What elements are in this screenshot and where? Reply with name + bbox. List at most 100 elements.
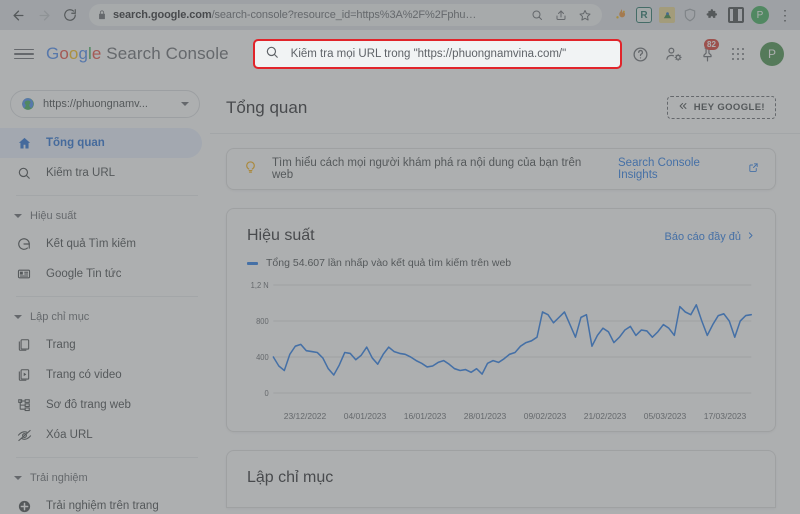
video-page-icon: [16, 367, 32, 383]
main-header: Tổng quan HEY GOOGLE!: [210, 78, 800, 133]
sidebar-item-label: Sơ đồ trang web: [46, 399, 131, 411]
star-icon[interactable]: [576, 6, 594, 24]
hamburger-menu-icon[interactable]: [14, 48, 34, 60]
sidebar-group-trai-nghiem[interactable]: Trải nghiệm: [0, 465, 210, 491]
eye-off-icon: [16, 427, 32, 443]
sidebar-group-lap-chi-muc[interactable]: Lập chỉ mục: [0, 304, 210, 330]
insights-link-label: Search Console Insights: [618, 157, 700, 181]
puzzle-extension-icon[interactable]: [705, 7, 721, 23]
chart-gridlines: [273, 285, 751, 393]
chart-x-tick: 28/01/2023: [463, 411, 507, 421]
hey-google-button[interactable]: HEY GOOGLE!: [666, 96, 776, 119]
main-content: Tổng quan HEY GOOGLE! Tìm hiểu cách mọi …: [210, 78, 800, 514]
reload-icon[interactable]: [58, 3, 82, 27]
google-g-icon: [16, 236, 32, 252]
full-report-link[interactable]: Báo cáo đầy đủ: [665, 231, 755, 243]
insights-text: Tìm hiểu cách mọi người khám phá ra nội …: [272, 157, 582, 181]
notifications-icon[interactable]: 82: [699, 38, 720, 63]
chart-svg: 0 400 800 1,2 N: [251, 281, 752, 398]
chart-x-tick: 16/01/2023: [403, 411, 447, 421]
lightbulb-icon: [243, 159, 258, 179]
url-text: search.google.com/search-console?resourc…: [113, 9, 522, 21]
chevron-down-icon: [14, 214, 22, 218]
sidebar-item-trai-nghiem-tren-trang[interactable]: Trải nghiệm trên trang: [0, 491, 202, 514]
r-extension-icon[interactable]: R: [636, 7, 652, 23]
share-icon[interactable]: [552, 6, 570, 24]
app-logo: Google Search Console: [46, 44, 229, 63]
yellow-extension-icon[interactable]: [659, 7, 675, 23]
shield-extension-icon[interactable]: [682, 7, 698, 23]
legend-swatch: [247, 261, 258, 265]
search-input[interactable]: Kiểm tra mọi URL trong "https://phuongna…: [291, 48, 567, 60]
sidebar-item-trang[interactable]: Trang: [0, 330, 202, 360]
performance-chart[interactable]: 0 400 800 1,2 N: [247, 279, 755, 409]
sidebar-divider: [16, 296, 198, 297]
legend-label: Tổng 54.607 lần nhấp vào kết quả tìm kiế…: [266, 257, 512, 269]
sidebar-divider: [16, 457, 198, 458]
indexing-title: Lập chỉ mục: [247, 469, 334, 486]
page-experience-icon: [16, 498, 32, 514]
browser-toolbar: search.google.com/search-console?resourc…: [0, 0, 800, 30]
performance-card-header: Hiệu suất Báo cáo đầy đủ: [247, 227, 755, 245]
chart-x-tick: 21/02/2023: [583, 411, 627, 421]
sidebar-item-label: Tổng quan: [46, 137, 105, 149]
chevron-right-icon: [746, 231, 755, 243]
back-arrow-icon[interactable]: [6, 3, 30, 27]
chart-legend: Tổng 54.607 lần nhấp vào kết quả tìm kiế…: [247, 257, 755, 269]
chart-x-axis: 23/12/2022 04/01/2023 16/01/2023 28/01/2023…: [247, 411, 755, 421]
fire-extension-icon[interactable]: [613, 7, 629, 23]
svg-text:400: 400: [256, 353, 269, 362]
svg-text:800: 800: [256, 317, 269, 326]
address-bar[interactable]: search.google.com/search-console?resourc…: [89, 4, 602, 26]
kebab-menu-icon[interactable]: ⋮: [776, 8, 794, 22]
performance-title: Hiệu suất: [247, 227, 315, 244]
sidebar-item-kiem-tra-url[interactable]: Kiểm tra URL: [0, 158, 202, 188]
search-icon[interactable]: [528, 6, 546, 24]
chart-line-series: [272, 304, 752, 376]
chevron-down-icon: [14, 315, 22, 319]
sidebar: https://phuongnamv... Tổng quan Kiểm tra…: [0, 78, 210, 514]
sidebar-item-ket-qua-tim-kiem[interactable]: Kết quả Tìm kiếm: [0, 229, 202, 259]
chrome-profile-avatar[interactable]: P: [751, 6, 769, 24]
property-selector[interactable]: https://phuongnamv...: [10, 90, 200, 118]
chart-x-tick: 17/03/2023: [703, 411, 747, 421]
url-inspection-search[interactable]: Kiểm tra mọi URL trong "https://phuongna…: [252, 39, 622, 69]
forward-arrow-icon[interactable]: [32, 3, 56, 27]
insights-link[interactable]: Search Console Insights: [618, 157, 759, 181]
full-report-label: Báo cáo đầy đủ: [664, 231, 741, 243]
apps-grid-icon[interactable]: [731, 47, 744, 61]
property-globe-icon: [21, 97, 35, 111]
sidebar-item-google-tin-tuc[interactable]: Google Tin tức: [0, 259, 202, 289]
external-link-icon: [748, 162, 759, 176]
sidebar-item-trang-co-video[interactable]: Trang có video: [0, 360, 202, 390]
notification-badge: 82: [703, 38, 720, 51]
sidebar-item-tong-quan[interactable]: Tổng quan: [0, 128, 202, 158]
sidebar-group-hieu-suat[interactable]: Hiệu suất: [0, 203, 210, 229]
property-label: https://phuongnamv...: [43, 98, 148, 110]
sidebar-item-label: Google Tin tức: [46, 268, 122, 280]
search-icon: [16, 165, 32, 181]
double-chevron-left-icon: [678, 101, 688, 114]
sidebar-item-label: Trải nghiệm trên trang: [46, 500, 159, 512]
screenshot-root: search.google.com/search-console?resourc…: [0, 0, 800, 514]
hey-google-label: HEY GOOGLE!: [693, 102, 765, 113]
extension-icons: R P ⋮: [609, 6, 794, 24]
sidebar-group-label: Trải nghiệm: [30, 472, 88, 484]
app-name: Search Console: [101, 44, 229, 63]
performance-card: Hiệu suất Báo cáo đầy đủ Tổng 54.607 lần…: [226, 208, 776, 432]
main-scroll-area: Tìm hiểu cách mọi người khám phá ra nội …: [210, 134, 800, 508]
sidebar-item-label: Xóa URL: [46, 429, 93, 441]
sidebar-item-so-do-trang-web[interactable]: Sơ đồ trang web: [0, 390, 202, 420]
sidebar-item-label: Trang có video: [46, 369, 122, 381]
account-settings-icon[interactable]: [665, 45, 683, 63]
insights-banner[interactable]: Tìm hiểu cách mọi người khám phá ra nội …: [226, 148, 776, 190]
help-icon[interactable]: [632, 46, 649, 63]
sidebar-item-label: Kết quả Tìm kiếm: [46, 238, 136, 250]
url-domain: search.google.com: [113, 9, 212, 21]
avatar[interactable]: P: [760, 42, 784, 66]
sidebar-item-xoa-url[interactable]: Xóa URL: [0, 420, 202, 450]
search-input-box[interactable]: Kiểm tra mọi URL trong "https://phuongna…: [252, 39, 622, 69]
indexing-card: Lập chỉ mục: [226, 450, 776, 508]
sidebar-extension-icon[interactable]: [728, 7, 744, 23]
lock-icon: [97, 10, 107, 20]
